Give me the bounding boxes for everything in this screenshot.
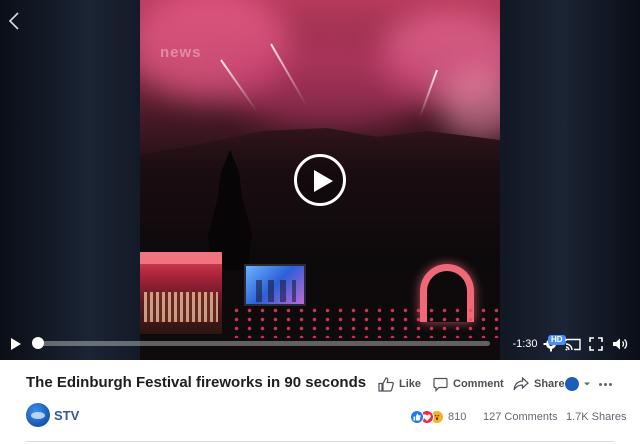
page-name-link[interactable]: STV	[54, 408, 79, 423]
progress-bar[interactable]	[34, 341, 490, 346]
page-avatar[interactable]	[26, 403, 50, 427]
stage-screen	[244, 264, 306, 306]
time-remaining: -1:30	[512, 338, 538, 350]
firework-glow	[230, 40, 430, 130]
comment-button[interactable]: Comment	[433, 376, 504, 392]
comments-count-link[interactable]: 127 Comments	[483, 411, 558, 423]
video-watermark: news	[160, 44, 202, 61]
play-button[interactable]	[294, 154, 346, 206]
video-title: The Edinburgh Festival fireworks in 90 s…	[26, 374, 367, 391]
more-options-button[interactable]	[599, 376, 612, 392]
comment-bubble-icon	[433, 377, 448, 392]
fullscreen-button[interactable]	[588, 334, 604, 354]
hd-badge: HD	[548, 335, 566, 345]
progress-handle[interactable]	[32, 337, 44, 349]
volume-icon	[613, 338, 628, 350]
shares-count-link[interactable]: 1.7K Shares	[566, 411, 627, 423]
divider	[26, 441, 614, 442]
play-icon	[11, 338, 21, 350]
volume-button[interactable]	[611, 334, 629, 354]
more-dots-icon	[599, 382, 602, 386]
share-as-page-selector[interactable]	[565, 376, 592, 392]
play-icon	[314, 170, 333, 192]
chevron-left-icon[interactable]	[4, 10, 26, 32]
reactions-summary[interactable]	[410, 410, 444, 424]
like-button[interactable]: Like	[378, 376, 421, 392]
video-player[interactable]: news -1:30 HD	[0, 0, 640, 360]
like-label: Like	[399, 378, 422, 390]
caret-down-icon	[584, 382, 590, 386]
share-button[interactable]: Share	[513, 376, 565, 392]
play-small-button[interactable]	[8, 334, 24, 354]
share-arrow-icon	[513, 377, 529, 391]
orchestra-stage	[140, 252, 222, 334]
cast-icon	[565, 338, 581, 350]
reaction-count[interactable]: 810	[448, 411, 466, 423]
video-controls: -1:30 HD	[0, 328, 640, 360]
cast-button[interactable]	[564, 334, 582, 354]
like-reaction-icon	[410, 410, 424, 424]
thumbs-up-icon	[378, 376, 394, 392]
fullscreen-icon	[589, 337, 603, 351]
comment-label: Comment	[453, 378, 504, 390]
share-label: Share	[534, 378, 565, 390]
page-avatar-small	[565, 377, 579, 391]
